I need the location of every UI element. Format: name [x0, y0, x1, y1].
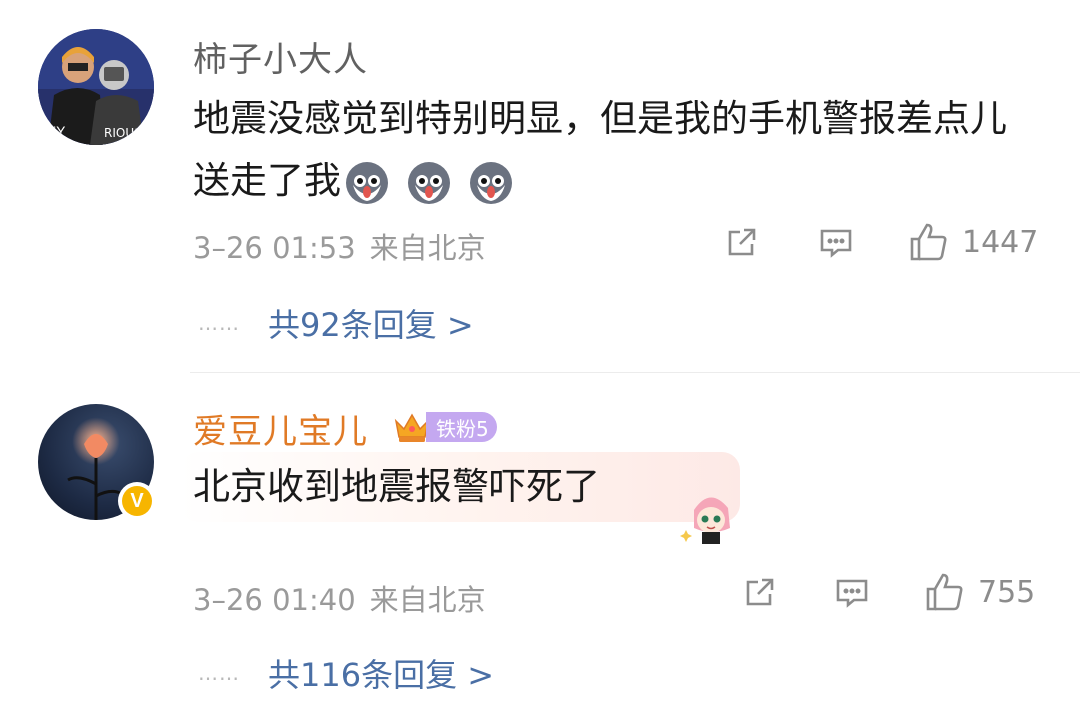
comment-item: HY RIOUS 柿子小大人 地震没感觉到特别明显，但是我的手机警报差点儿送走了… — [0, 0, 1080, 372]
username[interactable]: 柿子小大人 — [193, 32, 368, 81]
view-replies-link[interactable]: …… 共116条回复 > — [198, 650, 494, 696]
thumbs-up-icon — [926, 573, 963, 611]
comment-button[interactable] — [816, 222, 856, 262]
emoji-row — [343, 159, 515, 207]
reply-dots: …… — [198, 311, 240, 335]
verified-badge-letter: V — [122, 486, 152, 516]
like-button[interactable]: 1447 — [906, 220, 1038, 264]
comment-icon — [836, 579, 868, 608]
view-replies-label: 共116条回复 > — [268, 656, 495, 694]
share-button[interactable] — [740, 572, 780, 612]
comment-text: 地震没感觉到特别明显，但是我的手机警报差点儿送走了我 — [193, 88, 1023, 212]
anime-girl-sticker-icon — [680, 497, 730, 544]
like-button[interactable]: 755 — [922, 570, 1035, 614]
comment-item: V 爱豆儿宝儿 铁粉5 北京收到地震报警吓死了 3–26 01:40 来自北京 7… — [0, 374, 1080, 710]
share-button[interactable] — [722, 222, 762, 262]
share-icon — [746, 578, 774, 606]
husky-emoji-icon — [470, 161, 512, 204]
comment-location: 来自北京 — [369, 583, 486, 617]
comment-divider — [190, 372, 1080, 373]
comment-text-body: 地震没感觉到特别明显，但是我的手机警报差点儿送走了我 — [193, 97, 1007, 202]
like-count: 1447 — [962, 224, 1039, 260]
comment-meta: 3–26 01:40 来自北京 — [193, 577, 486, 619]
husky-emoji-icon — [408, 161, 450, 204]
comment-date: 3–26 01:40 — [193, 583, 356, 617]
comment-meta: 3–26 01:53 来自北京 — [193, 225, 486, 267]
comment-text: 北京收到地震报警吓死了 — [193, 465, 600, 508]
fan-badge-label: 铁粉5 — [426, 412, 497, 442]
comment-location: 来自北京 — [369, 231, 486, 265]
reply-dots: …… — [198, 661, 240, 685]
avatar[interactable]: HY RIOUS — [38, 29, 154, 145]
share-icon — [728, 228, 756, 256]
svg-text:HY: HY — [46, 125, 66, 141]
verified-badge: V — [118, 482, 156, 520]
comment-button[interactable] — [832, 572, 872, 612]
comment-icon — [820, 229, 852, 258]
like-count: 755 — [978, 574, 1036, 610]
view-replies-link[interactable]: …… 共92条回复 > — [198, 300, 474, 346]
fan-badge[interactable]: 铁粉5 — [392, 410, 497, 444]
view-replies-label: 共92条回复 > — [268, 306, 474, 344]
thumbs-up-icon — [910, 223, 947, 261]
comment-date: 3–26 01:53 — [193, 231, 356, 265]
username[interactable]: 爱豆儿宝儿 — [193, 404, 368, 453]
husky-emoji-icon — [346, 161, 388, 204]
svg-text:RIOUS: RIOUS — [104, 126, 142, 140]
